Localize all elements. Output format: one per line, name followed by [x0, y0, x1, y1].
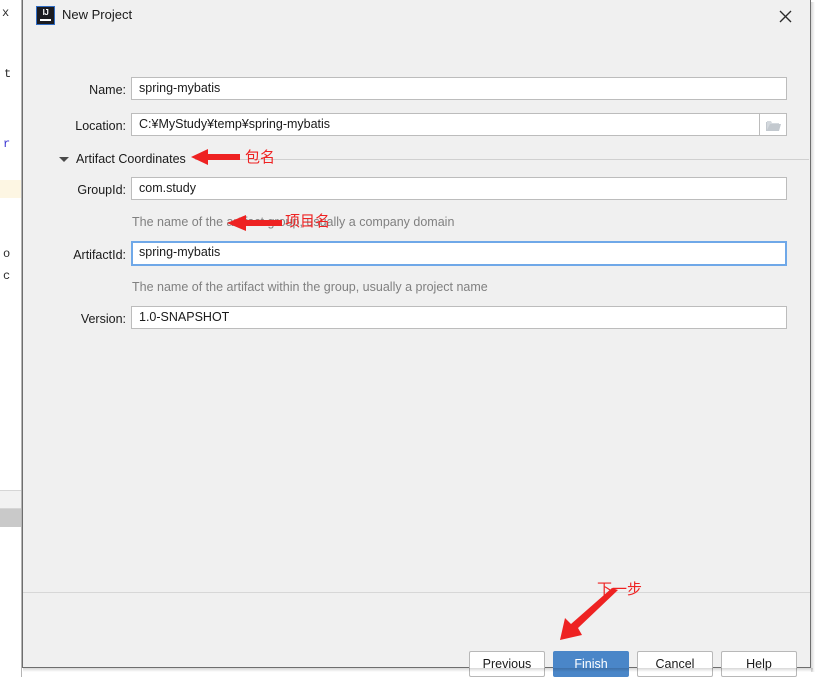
- new-project-dialog: IJ New Project Name: spring-mybatis Loca…: [22, 0, 811, 677]
- finish-button[interactable]: Finish: [553, 651, 629, 677]
- version-input[interactable]: 1.0-SNAPSHOT: [131, 306, 787, 329]
- artifactid-label: ArtifactId:: [73, 248, 126, 262]
- groupid-label: GroupId:: [77, 183, 126, 197]
- dialog-footer: Previous Finish Cancel Help: [23, 592, 810, 677]
- artifact-coordinates-section-header[interactable]: Artifact Coordinates: [59, 152, 809, 166]
- tool-window-band-selected[interactable]: [0, 508, 22, 527]
- cancel-button[interactable]: Cancel: [637, 651, 713, 677]
- artifactid-hint: The name of the artifact within the grou…: [132, 280, 488, 294]
- dialog-shadow: [23, 668, 813, 672]
- dialog-title: New Project: [62, 7, 133, 22]
- editor-glyph: o: [3, 247, 11, 261]
- help-button[interactable]: Help: [721, 651, 797, 677]
- intellij-idea-icon: IJ: [36, 6, 55, 25]
- dialog-shadow-right: [811, 2, 815, 672]
- groupid-input[interactable]: com.study: [131, 177, 787, 200]
- folder-icon[interactable]: [760, 113, 787, 136]
- location-label: Location:: [75, 119, 126, 133]
- name-input[interactable]: spring-mybatis: [131, 77, 787, 100]
- editor-glyph: x: [2, 6, 10, 20]
- dialog-titlebar: IJ New Project: [23, 0, 810, 31]
- project-form: Name: spring-mybatis Location: C:¥MyStud…: [23, 31, 810, 591]
- editor-glyph: r: [3, 137, 11, 151]
- chevron-down-icon: [59, 156, 69, 162]
- name-label: Name:: [89, 83, 126, 97]
- version-label: Version:: [80, 312, 126, 326]
- annotation-project-name: 项目名: [285, 212, 331, 230]
- artifactid-input[interactable]: spring-mybatis: [131, 241, 787, 266]
- previous-button[interactable]: Previous: [469, 651, 545, 677]
- tool-window-band[interactable]: [0, 490, 22, 509]
- editor-highlight-band: [0, 180, 22, 198]
- editor-glyph: c: [3, 269, 11, 283]
- location-input[interactable]: C:¥MyStudy¥temp¥spring-mybatis: [131, 113, 760, 136]
- annotation-package-name: 包名: [245, 148, 276, 166]
- ide-background: x t r o c: [0, 0, 22, 677]
- annotation-next-step: 下一步: [597, 580, 643, 598]
- close-icon[interactable]: [770, 4, 800, 28]
- section-divider: [194, 158, 809, 160]
- editor-glyph: t: [4, 67, 12, 81]
- artifact-coordinates-label: Artifact Coordinates: [76, 152, 186, 166]
